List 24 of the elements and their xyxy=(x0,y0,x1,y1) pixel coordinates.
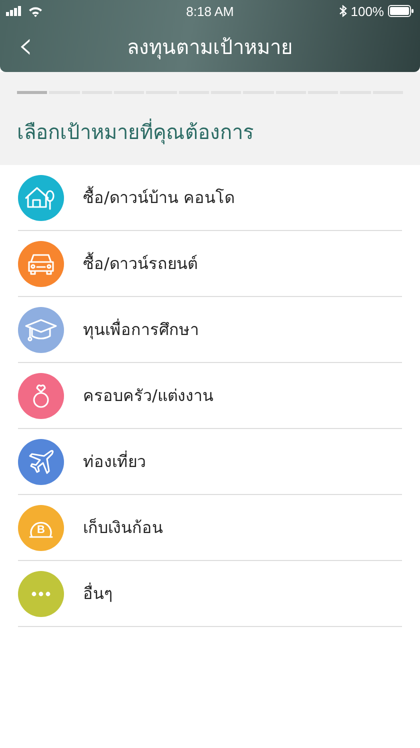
goal-item[interactable]: B เก็บเงินก้อน xyxy=(18,495,402,561)
battery-icon xyxy=(388,5,414,17)
goal-item[interactable]: ครอบครัว/แต่งงาน xyxy=(18,363,402,429)
wifi-icon xyxy=(28,6,43,16)
bluetooth-icon xyxy=(338,5,347,17)
screen-title: ลงทุนตามเป้าหมาย xyxy=(127,34,293,62)
goal-label: ทุนเพื่อการศึกษา xyxy=(83,318,199,342)
goal-item[interactable]: ท่องเที่ยว xyxy=(18,429,402,495)
goal-item[interactable]: ซื้อ/ดาวน์รถยนต์ xyxy=(18,231,402,297)
goal-item[interactable]: ซื้อ/ดาวน์บ้าน คอนโด xyxy=(18,165,402,231)
signal-icon xyxy=(6,6,24,16)
goal-label: ซื้อ/ดาวน์รถยนต์ xyxy=(83,251,198,275)
battery-percent: 100% xyxy=(350,4,384,18)
section-heading: เลือกเป้าหมายที่คุณต้องการ xyxy=(17,118,255,146)
status-time: 8:18 AM xyxy=(186,4,234,18)
goal-label: อื่นๆ xyxy=(83,582,113,605)
goal-label: เก็บเงินก้อน xyxy=(83,517,163,539)
goal-item[interactable]: ทุนเพื่อการศึกษา xyxy=(18,297,402,363)
back-button[interactable]: ‹ xyxy=(14,28,38,62)
goal-label: ท่องเที่ยว xyxy=(83,450,146,473)
goal-label: ซื้อ/ดาวน์บ้าน คอนโด xyxy=(83,185,234,209)
coin-icon: B xyxy=(18,504,64,550)
goal-item[interactable]: อื่นๆ xyxy=(18,561,402,627)
goal-label: ครอบครัว/แต่งงาน xyxy=(83,385,214,407)
